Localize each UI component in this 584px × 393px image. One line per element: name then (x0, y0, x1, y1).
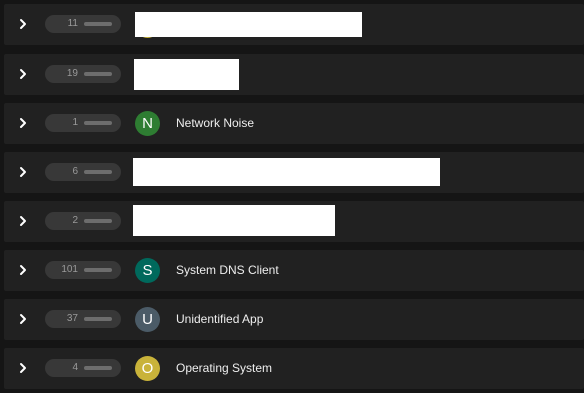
count-value: 2 (72, 215, 78, 226)
chevron-right-icon[interactable] (17, 18, 29, 30)
count-pill: 6 (45, 163, 121, 181)
list-row[interactable]: 19 (4, 54, 584, 95)
chevron-right-icon[interactable] (17, 362, 29, 374)
redacted-label (134, 59, 239, 90)
redacted-label (133, 158, 440, 186)
count-pill: 11 (45, 15, 121, 33)
avatar: U (135, 307, 160, 332)
chevron-right-icon[interactable] (17, 215, 29, 227)
avatar: N (135, 111, 160, 136)
count-value: 4 (72, 362, 78, 373)
count-bar (84, 121, 112, 125)
count-pill: 1 (45, 114, 121, 132)
count-bar (84, 219, 112, 223)
app-list: 11 19 1 N Network Noise 6 2 101 S System… (0, 0, 584, 393)
chevron-right-icon[interactable] (17, 117, 29, 129)
app-name: Network Noise (176, 116, 255, 130)
chevron-right-icon[interactable] (17, 264, 29, 276)
list-row[interactable]: 4 O Operating System (4, 348, 584, 389)
count-bar (84, 317, 112, 321)
count-bar (84, 268, 112, 272)
count-value: 1 (72, 117, 78, 128)
list-row[interactable]: 101 S System DNS Client (4, 250, 584, 291)
count-value: 101 (61, 264, 78, 275)
count-bar (84, 72, 112, 76)
list-row[interactable]: 37 U Unidentified App (4, 299, 584, 340)
list-row[interactable]: 2 (4, 201, 584, 242)
list-row[interactable]: 11 (4, 4, 584, 45)
redacted-label (135, 12, 362, 37)
redacted-label (133, 205, 335, 236)
avatar: S (135, 258, 160, 283)
count-bar (84, 366, 112, 370)
count-pill: 2 (45, 212, 121, 230)
chevron-right-icon[interactable] (17, 166, 29, 178)
chevron-right-icon[interactable] (17, 68, 29, 80)
chevron-right-icon[interactable] (17, 313, 29, 325)
app-name: Operating System (176, 361, 273, 375)
app-name: Unidentified App (176, 312, 264, 326)
count-pill: 37 (45, 310, 121, 328)
list-row[interactable]: 1 N Network Noise (4, 103, 584, 144)
count-bar (84, 22, 112, 26)
count-value: 37 (66, 313, 78, 324)
count-value: 19 (66, 68, 78, 79)
count-value: 11 (67, 18, 78, 29)
count-pill: 4 (45, 359, 121, 377)
avatar: O (135, 356, 160, 381)
app-name: System DNS Client (176, 263, 279, 277)
count-pill: 101 (45, 261, 121, 279)
count-value: 6 (72, 166, 78, 177)
list-row[interactable]: 6 (4, 152, 584, 193)
count-bar (84, 170, 112, 174)
count-pill: 19 (45, 65, 121, 83)
